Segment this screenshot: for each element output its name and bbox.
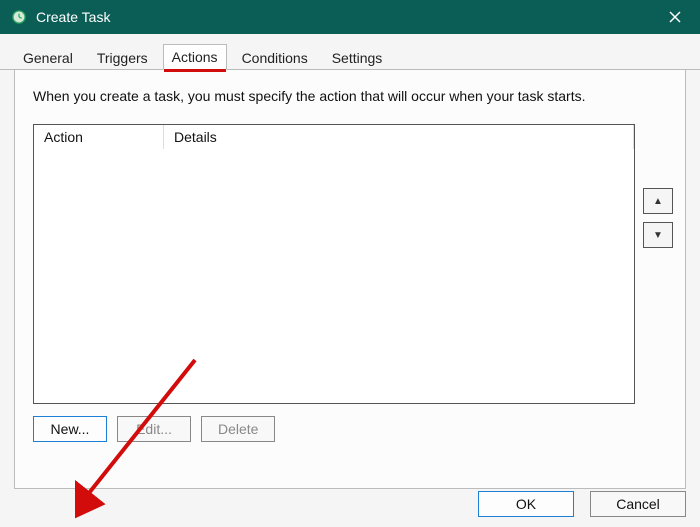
cancel-button[interactable]: Cancel <box>590 491 686 517</box>
close-button[interactable] <box>660 2 690 32</box>
dialog-footer: OK Cancel <box>478 491 686 517</box>
ok-button[interactable]: OK <box>478 491 574 517</box>
list-header: Action Details <box>34 125 634 150</box>
actions-listbox[interactable]: Action Details <box>33 124 635 404</box>
new-button[interactable]: New... <box>33 416 107 442</box>
move-down-button[interactable]: ▼ <box>643 222 673 248</box>
tab-conditions[interactable]: Conditions <box>233 45 317 70</box>
column-details[interactable]: Details <box>164 125 634 149</box>
window-title: Create Task <box>36 9 660 25</box>
tab-settings[interactable]: Settings <box>323 45 392 70</box>
tab-triggers[interactable]: Triggers <box>88 45 157 70</box>
move-up-button[interactable]: ▲ <box>643 188 673 214</box>
delete-button[interactable]: Delete <box>201 416 275 442</box>
actions-panel: When you create a task, you must specify… <box>14 69 686 489</box>
clock-icon <box>10 8 28 26</box>
tab-general[interactable]: General <box>14 45 82 70</box>
column-action[interactable]: Action <box>34 125 164 149</box>
tab-actions[interactable]: Actions <box>163 44 227 70</box>
edit-button[interactable]: Edit... <box>117 416 191 442</box>
panel-description: When you create a task, you must specify… <box>33 88 667 104</box>
tab-bar: General Triggers Actions Conditions Sett… <box>0 34 700 70</box>
titlebar: Create Task <box>0 0 700 34</box>
